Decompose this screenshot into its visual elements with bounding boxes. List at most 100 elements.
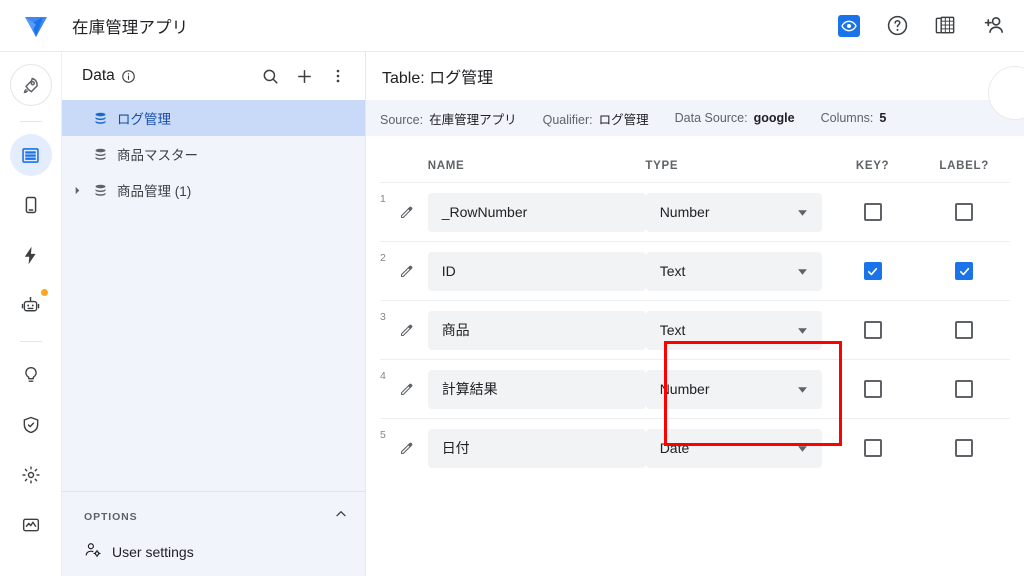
- table-title: Table: ログ管理: [382, 70, 494, 87]
- table-row: 1 _RowNumber Number: [380, 182, 1010, 241]
- row-number: 1: [380, 193, 386, 205]
- sidebar-item-label: 商品マスター: [117, 148, 198, 163]
- editor-body: Data ログ管理 商品マスター 商品管理 (1) OPTIONS User s…: [0, 52, 1024, 576]
- label-checkbox[interactable]: [955, 203, 974, 221]
- rail-item-monitor[interactable]: [10, 504, 52, 546]
- preview-icon[interactable]: [836, 13, 862, 39]
- label-checkbox[interactable]: [955, 262, 974, 280]
- label-cell: [918, 321, 1010, 339]
- edit-pencil-icon[interactable]: [399, 323, 428, 338]
- column-name-input[interactable]: 計算結果: [427, 369, 646, 409]
- column-type-select[interactable]: Number: [645, 192, 822, 232]
- sidebar-item-shohin-master[interactable]: 商品マスター: [62, 136, 365, 172]
- search-icon[interactable]: [257, 63, 283, 89]
- database-icon: [93, 111, 108, 126]
- chevron-down-icon: [797, 325, 808, 336]
- column-header-name: NAME: [427, 160, 465, 172]
- meta-data-source-value: google: [753, 111, 795, 125]
- rail-item-security[interactable]: [10, 404, 52, 446]
- column-type-value: Date: [659, 440, 690, 456]
- column-type-value: Text: [659, 322, 686, 338]
- rail-item-deploy[interactable]: [9, 64, 52, 106]
- meta-qualifier-key: Qualifier:: [542, 112, 593, 127]
- chevron-down-icon: [797, 207, 808, 218]
- topbar-actions: [836, 13, 1024, 39]
- chevron-down-icon: [797, 266, 808, 277]
- column-header-label: LABEL?: [939, 160, 989, 172]
- column-name-input[interactable]: _RowNumber: [427, 192, 646, 232]
- rail-item-settings[interactable]: [10, 454, 52, 496]
- table-row: 5 日付 Date: [380, 418, 1010, 477]
- chevron-right-icon[interactable]: [71, 186, 83, 195]
- meta-qualifier: Qualifier: ログ管理: [543, 109, 649, 128]
- appsheet-editor-window: 在庫管理アプリ Data ログ管理 商品マスター 商品管理 (1) OPTION…: [0, 0, 1024, 576]
- sidebar-option-label: User settings: [112, 543, 194, 560]
- rail-item-automation[interactable]: [10, 234, 52, 276]
- key-checkbox[interactable]: [863, 439, 882, 457]
- column-type-select[interactable]: Number: [645, 369, 822, 409]
- edit-pencil-icon[interactable]: [399, 264, 428, 279]
- column-type-cell: Number: [645, 369, 827, 409]
- row-number: 5: [380, 429, 386, 441]
- table-list: ログ管理 商品マスター 商品管理 (1): [62, 100, 365, 491]
- plus-icon[interactable]: [291, 63, 317, 89]
- key-checkbox[interactable]: [863, 380, 882, 398]
- label-checkbox[interactable]: [955, 321, 974, 339]
- column-type-cell: Number: [645, 192, 827, 232]
- meta-source: Source: 在庫管理アプリ: [380, 109, 517, 128]
- key-cell: [827, 380, 919, 398]
- help-icon[interactable]: [884, 13, 910, 39]
- label-cell: [918, 262, 1010, 280]
- table-row: 3 商品 Text: [380, 300, 1010, 359]
- meta-data-source-key: Data Source:: [674, 111, 748, 125]
- meta-columns-key: Columns:: [820, 111, 874, 125]
- database-icon: [93, 183, 108, 198]
- chevron-down-icon: [797, 443, 808, 454]
- meta-source-value: 在庫管理アプリ: [429, 112, 517, 127]
- column-type-select[interactable]: Text: [645, 251, 822, 291]
- sidebar-item-user-settings[interactable]: User settings: [62, 531, 365, 572]
- row-number: 4: [380, 370, 386, 382]
- column-type-cell: Date: [645, 428, 827, 468]
- column-type-select[interactable]: Text: [645, 310, 822, 350]
- appsheet-logo[interactable]: [0, 11, 72, 41]
- rail-item-data[interactable]: [9, 134, 52, 176]
- add-user-icon[interactable]: [980, 13, 1006, 39]
- sidebar-header: Data: [62, 52, 365, 100]
- page-title: 在庫管理アプリ: [72, 18, 189, 37]
- rail-item-insights[interactable]: [10, 354, 52, 396]
- data-sidebar: Data ログ管理 商品マスター 商品管理 (1) OPTIONS User s…: [62, 52, 366, 576]
- main-panel: Table: ログ管理 Source: 在庫管理アプリ Qualifier: ロ…: [366, 52, 1024, 576]
- key-checkbox[interactable]: [863, 203, 882, 221]
- edit-pencil-icon[interactable]: [399, 441, 428, 456]
- rail-item-app[interactable]: [10, 184, 52, 226]
- key-cell: [827, 203, 919, 221]
- edit-pencil-icon[interactable]: [399, 382, 428, 397]
- edit-pencil-icon[interactable]: [399, 205, 428, 220]
- info-icon[interactable]: [121, 69, 136, 84]
- sidebar-item-shohin-kanri[interactable]: 商品管理 (1): [62, 172, 365, 208]
- key-checkbox[interactable]: [863, 262, 882, 280]
- column-type-cell: Text: [645, 251, 827, 291]
- more-vertical-icon[interactable]: [325, 63, 351, 89]
- chevron-up-icon[interactable]: [333, 506, 349, 527]
- column-name-input[interactable]: ID: [427, 251, 646, 291]
- column-type-value: Number: [659, 381, 710, 397]
- sidebar-item-label: ログ管理: [117, 112, 171, 127]
- label-checkbox[interactable]: [955, 439, 974, 457]
- column-type-select[interactable]: Date: [645, 428, 822, 468]
- column-type-value: Number: [659, 204, 710, 220]
- column-name-input[interactable]: 商品: [427, 310, 646, 350]
- table-row: 2 ID Text: [380, 241, 1010, 300]
- spreadsheet-icon[interactable]: [932, 13, 958, 39]
- database-icon: [93, 147, 108, 162]
- rail-item-intelligence[interactable]: [10, 284, 52, 326]
- sidebar-item-log-kanri[interactable]: ログ管理: [62, 100, 365, 136]
- table-header-row: NAME TYPE KEY? LABEL?: [380, 136, 1010, 182]
- column-name-cell: ID: [427, 251, 646, 291]
- label-checkbox[interactable]: [955, 380, 974, 398]
- key-checkbox[interactable]: [863, 321, 882, 339]
- column-name-input[interactable]: 日付: [427, 428, 646, 468]
- key-cell: [827, 321, 919, 339]
- options-header[interactable]: OPTIONS: [62, 502, 365, 531]
